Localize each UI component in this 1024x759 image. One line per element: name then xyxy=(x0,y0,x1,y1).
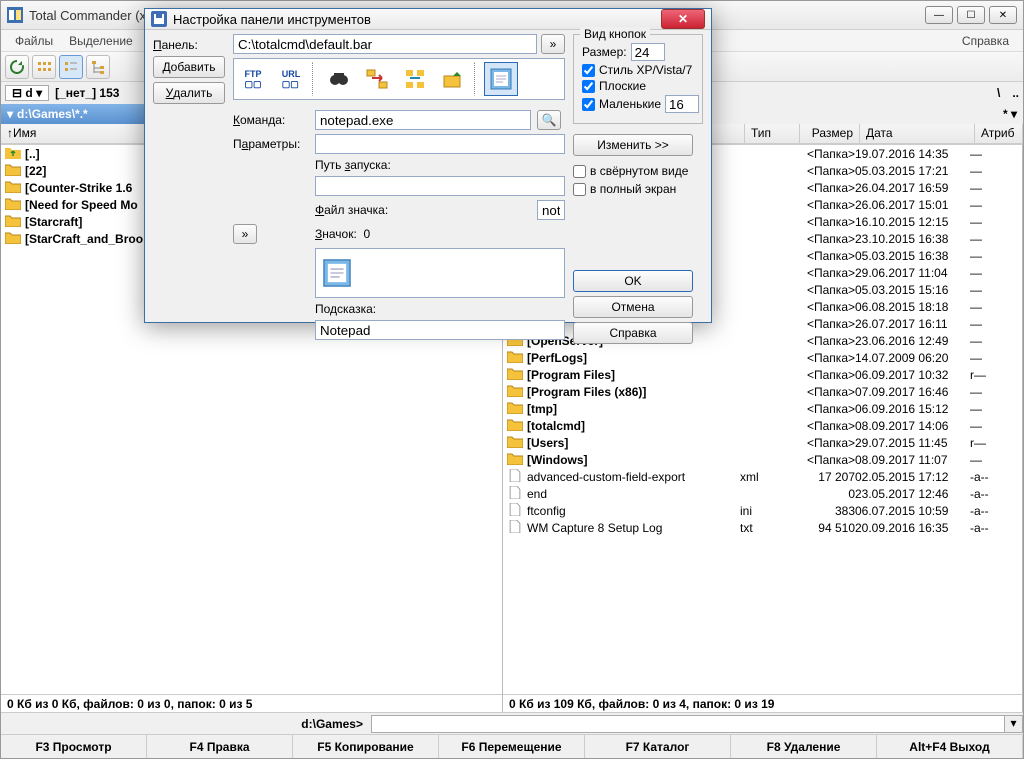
minimize-button[interactable]: — xyxy=(925,6,953,24)
params-input[interactable] xyxy=(315,134,565,154)
command-browse-button[interactable]: 🔍 xyxy=(537,110,561,130)
altf4-button[interactable]: Alt+F4 Выход xyxy=(877,735,1023,758)
dialog-close-button[interactable]: ✕ xyxy=(661,9,705,29)
list-item[interactable]: [Windows]<Папка>08.09.2017 11:07— xyxy=(503,451,1022,468)
help-button[interactable]: Справка xyxy=(573,322,693,344)
list-item[interactable]: ftconfigini38306.07.2015 10:59-a-- xyxy=(503,502,1022,519)
f4-button[interactable]: F4 Правка xyxy=(147,735,293,758)
maximize-button[interactable]: ☐ xyxy=(957,6,985,24)
strip-binoculars-icon[interactable] xyxy=(322,62,356,96)
strip-folderup-icon[interactable] xyxy=(436,62,470,96)
tooltip-label: Подсказка: xyxy=(315,302,531,316)
list-item[interactable]: [totalcmd]<Папка>08.09.2017 14:06— xyxy=(503,417,1022,434)
size-label: Размер: xyxy=(582,45,627,59)
commandline-label: d:\Games> xyxy=(1,717,371,731)
iconfile-input[interactable] xyxy=(537,200,565,220)
list-item[interactable]: end023.05.2017 12:46-a-- xyxy=(503,485,1022,502)
strip-separator-1 xyxy=(312,62,318,96)
left-status: 0 Кб из 0 Кб, файлов: 0 из 0, папок: 0 и… xyxy=(1,694,502,712)
commandline-input[interactable] xyxy=(371,715,1005,733)
left-drive-label: [_нет_] xyxy=(55,86,96,100)
small-size-input[interactable] xyxy=(665,95,699,113)
close-button[interactable]: ✕ xyxy=(989,6,1017,24)
left-drive-combo[interactable]: ⊟ d ▾ xyxy=(5,85,49,101)
fullscreen-checkbox[interactable] xyxy=(573,183,586,196)
f7-button[interactable]: F7 Каталог xyxy=(585,735,731,758)
menu-select[interactable]: Выделение xyxy=(61,32,141,50)
list-item[interactable]: WM Capture 8 Setup Logtxt94 51020.09.201… xyxy=(503,519,1022,536)
style-xp-checkbox[interactable] xyxy=(582,64,595,77)
toolbar-config-dialog: Настройка панели инструментов ✕ Панель: … xyxy=(144,8,712,323)
flat-label: Плоские xyxy=(599,79,646,93)
startpath-input[interactable] xyxy=(315,176,565,196)
header-date[interactable]: Дата xyxy=(860,124,975,143)
dialog-title: Настройка панели инструментов xyxy=(173,12,661,27)
toolbar-refresh-icon[interactable] xyxy=(5,55,29,79)
minimized-checkbox[interactable] xyxy=(573,165,586,178)
toolbar-full-icon[interactable] xyxy=(59,55,83,79)
add-button[interactable]: Добавить xyxy=(153,56,225,78)
small-checkbox[interactable] xyxy=(582,98,595,111)
f6-button[interactable]: F6 Перемещение xyxy=(439,735,585,758)
app-icon xyxy=(7,7,23,23)
params-label: Параметры: xyxy=(233,137,309,151)
command-label: Команда: xyxy=(233,113,309,127)
panel-path-input[interactable] xyxy=(233,34,537,54)
right-updir-button[interactable]: .. xyxy=(1012,86,1019,100)
strip-url-icon[interactable]: URL▢▢ xyxy=(274,62,308,96)
left-drive-size: 153 xyxy=(99,86,119,100)
panel-label: Панель: xyxy=(153,34,225,52)
f8-button[interactable]: F8 Удаление xyxy=(731,735,877,758)
change-button[interactable]: Изменить >> xyxy=(573,134,693,156)
strip-copynames-icon[interactable] xyxy=(398,62,432,96)
list-item[interactable]: advanced-custom-field-exportxml17 20702.… xyxy=(503,468,1022,485)
list-item[interactable]: [Program Files]<Папка>06.09.2017 10:32r— xyxy=(503,366,1022,383)
icon-label: Значок: 0 xyxy=(315,227,531,241)
strip-sync-icon[interactable] xyxy=(360,62,394,96)
f3-button[interactable]: F3 Просмотр xyxy=(1,735,147,758)
cancel-button[interactable]: Отмена xyxy=(573,296,693,318)
toolbar-icon-strip[interactable]: FTP▢▢ URL▢▢ xyxy=(233,58,565,100)
strip-notepad-icon[interactable] xyxy=(484,62,518,96)
right-root-button[interactable]: \ xyxy=(997,86,1000,100)
menu-help[interactable]: Справка xyxy=(954,32,1017,50)
small-label: Маленькие xyxy=(599,97,661,111)
list-item[interactable]: [Program Files (x86)]<Папка>07.09.2017 1… xyxy=(503,383,1022,400)
list-item[interactable]: [tmp]<Папка>06.09.2016 15:12— xyxy=(503,400,1022,417)
startpath-label: Путь запуска: xyxy=(315,158,531,172)
icon-preview[interactable] xyxy=(315,248,565,298)
buttonstyle-group: Вид кнопок Размер: Стиль XP/Vista/7 Плос… xyxy=(573,34,703,124)
toolbar-tree-icon[interactable] xyxy=(86,55,110,79)
fullscreen-label: в полный экран xyxy=(590,182,676,196)
strip-ftp-icon[interactable]: FTP▢▢ xyxy=(236,62,270,96)
minimized-label: в свёрнутом виде xyxy=(590,164,688,178)
size-input[interactable] xyxy=(631,43,665,61)
commandline-dropdown[interactable]: ▾ xyxy=(1005,715,1023,733)
function-bar: F3 Просмотр F4 Правка F5 Копирование F6 … xyxy=(1,734,1023,758)
iconfile-label: Файл значка: xyxy=(315,203,531,217)
command-input[interactable] xyxy=(315,110,531,130)
list-item[interactable]: [PerfLogs]<Папка>14.07.2009 06:20— xyxy=(503,349,1022,366)
dialog-icon xyxy=(151,11,167,27)
ok-button[interactable]: OK xyxy=(573,270,693,292)
tooltip-input[interactable] xyxy=(315,320,565,340)
list-item[interactable]: [Users]<Папка>29.07.2015 11:45r— xyxy=(503,434,1022,451)
header-size[interactable]: Размер xyxy=(800,124,860,143)
commandline: d:\Games> ▾ xyxy=(1,712,1023,734)
header-attr[interactable]: Атриб xyxy=(975,124,1023,143)
header-type[interactable]: Тип xyxy=(745,124,800,143)
menu-files[interactable]: Файлы xyxy=(7,32,61,50)
buttonstyle-caption: Вид кнопок xyxy=(580,27,650,41)
toolbar-brief-icon[interactable] xyxy=(32,55,56,79)
right-status: 0 Кб из 109 Кб, файлов: 0 из 4, папок: 0… xyxy=(503,694,1022,712)
iconfile-browse-button[interactable]: » xyxy=(233,224,257,244)
flat-checkbox[interactable] xyxy=(582,80,595,93)
strip-separator-2 xyxy=(474,62,480,96)
delete-button[interactable]: Удалить xyxy=(153,82,225,104)
f5-button[interactable]: F5 Копирование xyxy=(293,735,439,758)
panel-path-browse-button[interactable]: » xyxy=(541,34,565,54)
left-path-text: d:\Games\*.* xyxy=(17,107,88,121)
style-xp-label: Стиль XP/Vista/7 xyxy=(599,63,692,77)
